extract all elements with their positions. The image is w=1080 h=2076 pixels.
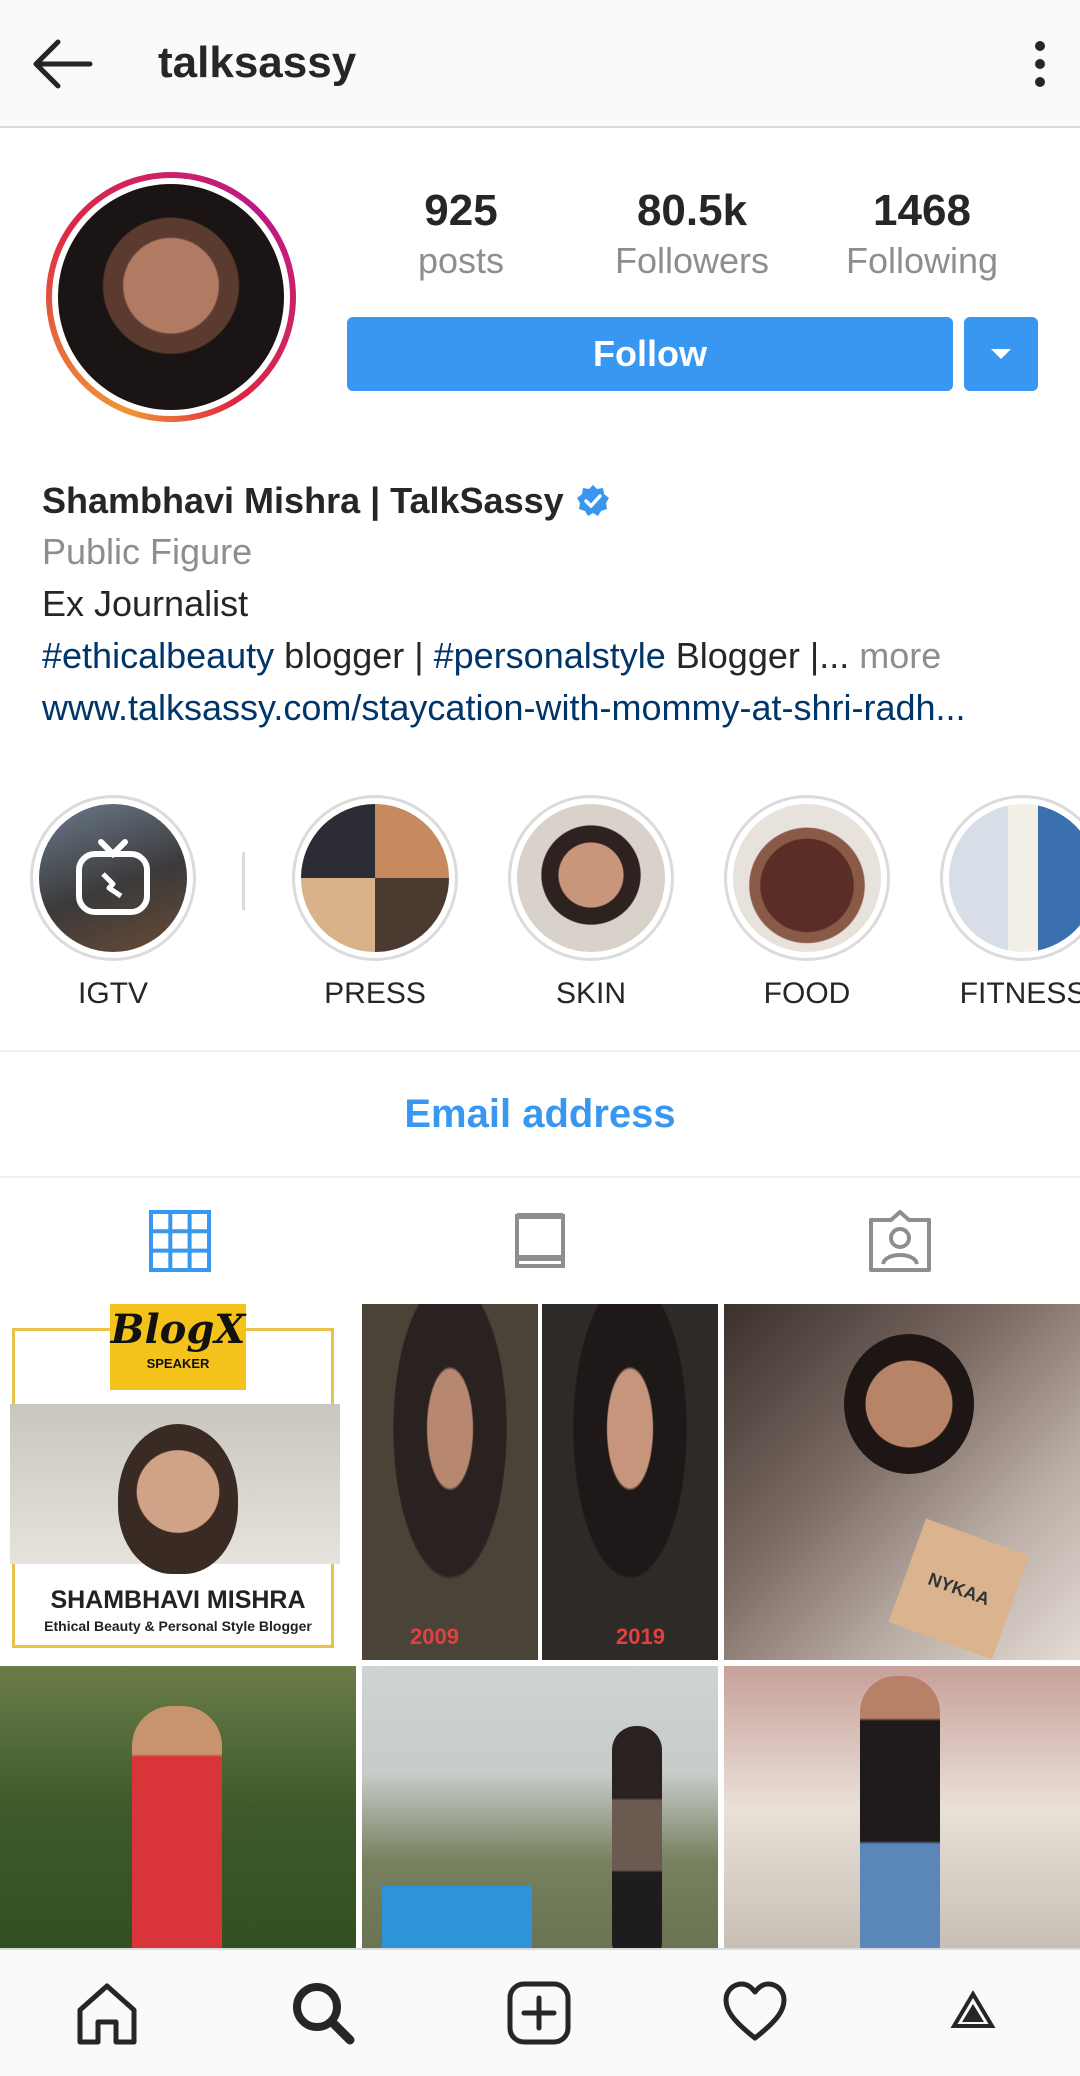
highlight-label: FITNESS [959, 977, 1080, 1010]
email-address-button[interactable]: Email address [0, 1050, 1080, 1178]
highlight-fitness[interactable]: FITNESS [938, 795, 1080, 1011]
highlight-divider [242, 852, 245, 910]
highlight-cover [949, 804, 1080, 952]
grid-icon [149, 1210, 211, 1272]
highlight-skin[interactable]: SKIN [506, 795, 676, 1011]
highlight-label: SKIN [555, 977, 627, 1010]
add-post-icon[interactable] [506, 1980, 572, 2046]
bio-line-2: #ethicalbeauty blogger | #personalstyle … [42, 635, 942, 676]
page-title: talksassy [158, 38, 357, 87]
follow-button[interactable]: Follow [347, 317, 953, 391]
highlight-cover [301, 804, 449, 952]
igtv-icon [39, 804, 187, 952]
highlight-cover [733, 804, 881, 952]
highlight-label: PRESS [324, 977, 426, 1010]
posts-label: posts [417, 240, 505, 281]
email-label: Email address [404, 1091, 676, 1136]
avatar-photo [58, 184, 284, 410]
year-label: 2009 [410, 1624, 459, 1649]
post-thumbnail[interactable]: BlogX SPEAKER SHAMBHAVI MISHRA Ethical B… [0, 1304, 356, 1660]
profile-tabs [0, 1178, 1080, 1302]
kebab-menu-icon[interactable] [1020, 36, 1060, 92]
website-link[interactable]: www.talksassy.com/staycation-with-mommy-… [42, 682, 1052, 734]
bottom-navigation [0, 1948, 1080, 2076]
back-arrow-icon[interactable] [28, 34, 98, 94]
suggested-dropdown-button[interactable] [964, 317, 1038, 391]
profile-category: Public Figure [42, 531, 253, 572]
following-count: 1468 [873, 186, 971, 235]
year-label: 2019 [616, 1624, 665, 1649]
verified-badge-icon [576, 484, 610, 518]
hashtag-link[interactable]: #personalstyle [434, 635, 666, 676]
post-caption-subtitle: Ethical Beauty & Personal Style Blogger [44, 1618, 312, 1634]
highlight-cover [517, 804, 665, 952]
post-thumbnail[interactable]: NYKAA [724, 1304, 1080, 1660]
followers-stat[interactable]: 80.5k Followers [582, 186, 802, 282]
profile-icon[interactable] [940, 1980, 1006, 2046]
caret-down-icon [991, 349, 1011, 359]
search-icon[interactable] [290, 1980, 356, 2046]
posts-stat[interactable]: 925 posts [351, 186, 571, 282]
following-stat[interactable]: 1468 Following [812, 186, 1032, 282]
post-thumbnail[interactable]: 2009 2019 [362, 1304, 718, 1660]
home-icon[interactable] [74, 1980, 140, 2046]
profile-avatar[interactable] [46, 172, 296, 422]
bio-line-1: Ex Journalist [42, 583, 249, 624]
more-link[interactable]: more [859, 635, 941, 676]
tab-feed[interactable] [507, 1208, 573, 1274]
hashtag-link[interactable]: #ethicalbeauty [42, 635, 274, 676]
highlight-igtv[interactable]: IGTV [28, 795, 198, 1011]
blogx-badge: BlogX SPEAKER [110, 1304, 246, 1390]
highlight-press[interactable]: PRESS [290, 795, 460, 1011]
highlight-food[interactable]: FOOD [722, 795, 892, 1011]
highlight-label: IGTV [77, 977, 148, 1010]
feed-icon [515, 1213, 565, 1268]
profile-bio: Shambhavi Mishra | TalkSassy Public Figu… [42, 476, 1052, 734]
top-bar: talksassy [0, 0, 1080, 128]
following-label: Following [845, 240, 999, 281]
posts-count: 925 [424, 186, 498, 235]
followers-count: 80.5k [636, 186, 748, 235]
tagged-icon [869, 1210, 931, 1272]
person-photo [118, 1424, 238, 1574]
post-caption-title: SHAMBHAVI MISHRA [50, 1586, 306, 1614]
followers-label: Followers [614, 240, 770, 281]
heart-icon[interactable] [722, 1980, 788, 2046]
highlight-label: FOOD [763, 977, 851, 1010]
tab-grid[interactable] [147, 1208, 213, 1274]
profile-name: Shambhavi Mishra | TalkSassy [42, 476, 1052, 526]
tab-tagged[interactable] [867, 1208, 933, 1274]
